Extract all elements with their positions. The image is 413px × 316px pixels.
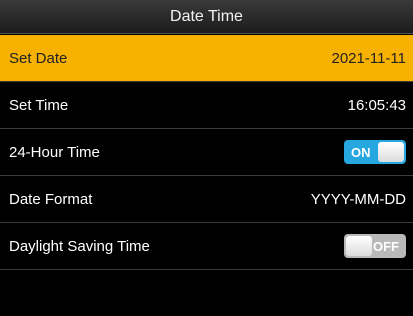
- set-date-value: 2021-11-11: [331, 49, 406, 67]
- 24-hour-time-label: 24-Hour Time: [9, 143, 100, 161]
- date-format-label: Date Format: [9, 190, 93, 208]
- page-title: Date Time: [170, 7, 243, 25]
- date-format-item[interactable]: Date Format YYYY-MM-DD: [0, 176, 413, 223]
- toggle-off-text: OFF: [373, 238, 399, 254]
- set-time-value: 16:05:43: [347, 96, 406, 114]
- title-bar: Date Time: [0, 0, 413, 34]
- set-time-label: Set Time: [9, 96, 69, 114]
- 24-hour-time-toggle[interactable]: ON: [344, 140, 406, 164]
- set-date-label: Set Date: [9, 49, 68, 67]
- toggle-on-text: ON: [351, 144, 371, 160]
- toggle-knob: [378, 142, 404, 162]
- daylight-saving-time-item[interactable]: Daylight Saving Time OFF: [0, 223, 413, 270]
- daylight-saving-time-toggle[interactable]: OFF: [344, 234, 406, 258]
- set-date-item[interactable]: Set Date 2021-11-11: [0, 35, 413, 82]
- toggle-knob: [346, 236, 372, 256]
- set-time-item[interactable]: Set Time 16:05:43: [0, 82, 413, 129]
- settings-menu: Set Date 2021-11-11 Set Time 16:05:43 24…: [0, 35, 413, 270]
- 24-hour-time-item[interactable]: 24-Hour Time ON: [0, 129, 413, 176]
- daylight-saving-time-label: Daylight Saving Time: [9, 237, 150, 255]
- date-format-value: YYYY-MM-DD: [310, 190, 406, 208]
